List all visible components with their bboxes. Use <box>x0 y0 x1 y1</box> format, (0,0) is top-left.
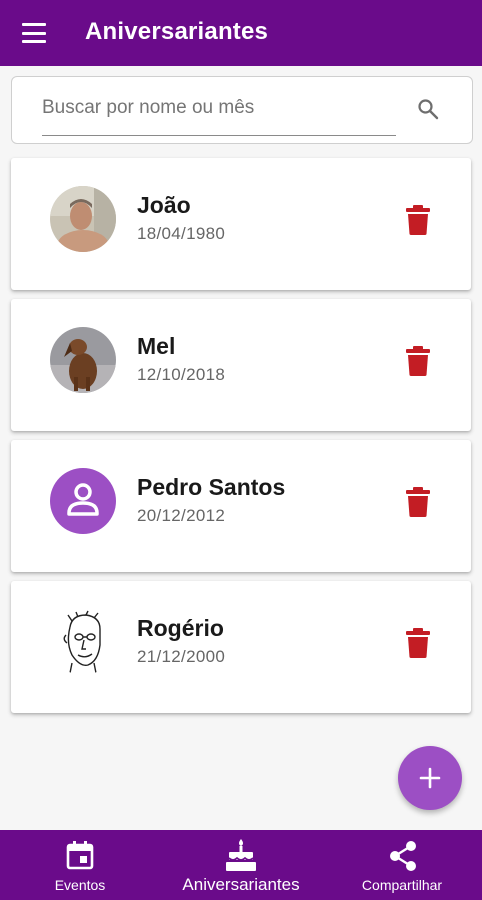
menu-icon[interactable] <box>22 23 46 43</box>
birth-date: 20/12/2012 <box>137 506 226 525</box>
search-underline <box>42 135 396 136</box>
app-bar: Aniversariantes <box>0 0 482 66</box>
search-box <box>11 76 473 144</box>
person-name: Mel <box>137 333 176 359</box>
person-name: Pedro Santos <box>137 474 286 500</box>
birth-date: 21/12/2000 <box>137 647 226 666</box>
person-name: Rogério <box>137 615 224 641</box>
birth-date: 18/04/1980 <box>137 224 226 243</box>
search-icon[interactable] <box>416 97 440 121</box>
add-birthday-button[interactable] <box>398 746 462 810</box>
nav-label-aniversariantes: Aniversariantes <box>182 875 300 894</box>
avatar-photo <box>50 327 116 393</box>
person-name: João <box>137 192 191 218</box>
birthday-card[interactable]: Rogério 21/12/2000 <box>11 581 471 713</box>
nav-label-compartilhar: Compartilhar <box>361 877 443 893</box>
nav-item-aniversariantes[interactable]: Aniversariantes <box>161 830 321 900</box>
delete-icon[interactable] <box>404 345 432 377</box>
plus-icon <box>419 767 441 789</box>
page-title: Aniversariantes <box>85 18 269 45</box>
avatar-photo <box>50 186 116 252</box>
birthday-card[interactable]: Pedro Santos 20/12/2012 <box>11 440 471 572</box>
search-input[interactable] <box>42 93 396 123</box>
delete-icon[interactable] <box>404 486 432 518</box>
birthday-card[interactable]: João 18/04/1980 <box>11 158 471 290</box>
delete-icon[interactable] <box>404 627 432 659</box>
calendar-icon <box>66 841 94 870</box>
delete-icon[interactable] <box>404 204 432 236</box>
person-icon <box>50 468 116 534</box>
nav-item-compartilhar[interactable]: Compartilhar <box>346 830 458 900</box>
nav-item-eventos[interactable]: Eventos <box>30 830 130 900</box>
avatar-caricature <box>50 609 116 675</box>
birth-date: 12/10/2018 <box>137 365 226 384</box>
birthday-card[interactable]: Mel 12/10/2018 <box>11 299 471 431</box>
cake-icon <box>226 839 256 871</box>
nav-label-eventos: Eventos <box>54 877 106 893</box>
share-icon <box>390 841 416 871</box>
bottom-navigation: Eventos Aniversariantes Compartilhar <box>0 830 482 900</box>
